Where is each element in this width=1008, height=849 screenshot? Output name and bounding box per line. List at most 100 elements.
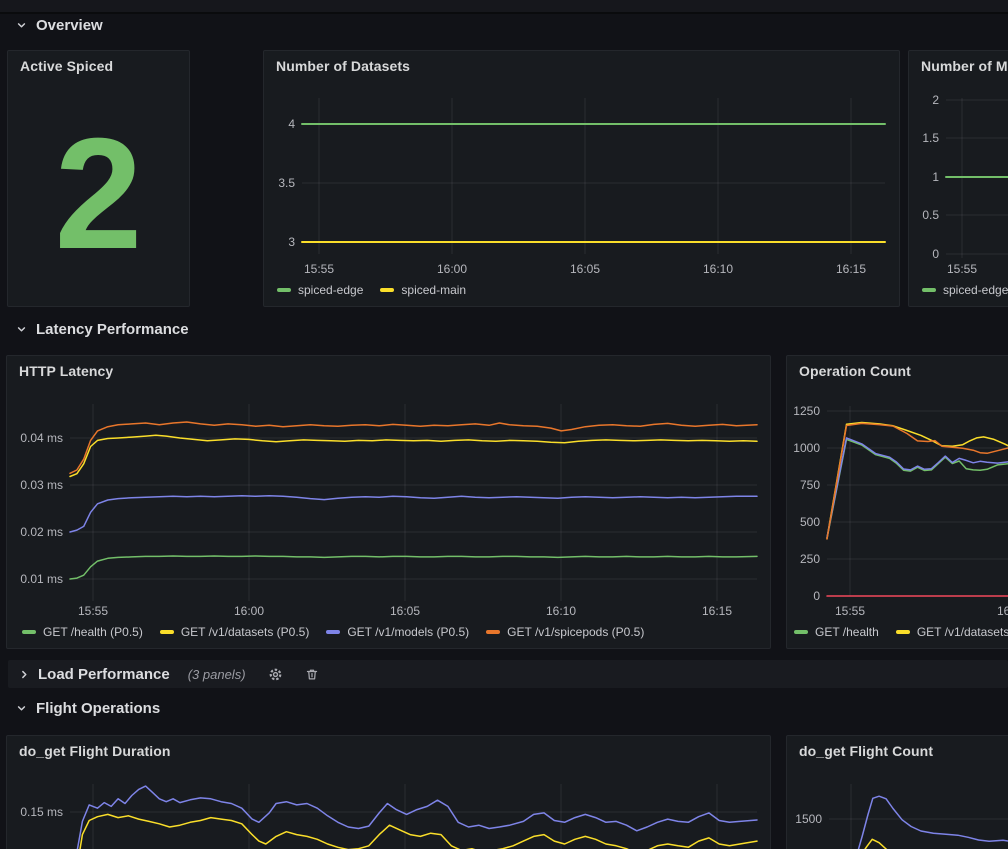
svg-text:1: 1 [932, 170, 939, 184]
section-header-load-performance[interactable]: Load Performance (3 panels) [8, 660, 1008, 688]
legend-label: GET /v1/datasets [917, 625, 1008, 639]
svg-text:0: 0 [932, 247, 939, 261]
svg-text:16:15: 16:15 [836, 262, 866, 276]
gear-icon [268, 667, 283, 682]
legend-label: spiced-main [401, 283, 466, 297]
svg-text:16:00: 16:00 [234, 604, 264, 618]
section-title: Latency Performance [36, 321, 189, 338]
panel-title[interactable]: Operation Count [799, 363, 911, 379]
svg-text:1.5: 1.5 [922, 131, 939, 145]
chart-http-latency[interactable]: 0.04 ms0.03 ms0.02 ms0.01 ms15:5516:0016… [7, 356, 770, 648]
legend-label: GET /health [815, 625, 879, 639]
legend-swatch-icon [486, 630, 500, 634]
chart-legend: spiced-edge spiced-main [277, 283, 466, 297]
section-header-overview[interactable]: Overview [16, 17, 103, 34]
panel-do-get-flight-duration: do_get Flight Duration 0.15 ms [6, 735, 771, 849]
legend-swatch-icon [380, 288, 394, 292]
svg-text:0.04 ms: 0.04 ms [20, 431, 63, 445]
legend-label: GET /v1/spicepods (P0.5) [507, 625, 644, 639]
grafana-dashboard: Overview Active Spiced 2 Number of Datas… [0, 0, 1008, 849]
chevron-down-icon [16, 20, 27, 31]
panel-title[interactable]: do_get Flight Duration [19, 743, 171, 759]
chart-number-of-models[interactable]: 21.510.5015:55spiced-edge [909, 51, 1008, 306]
chart-operation-count[interactable]: 12501000750500250015:5516:00GET /healthG… [787, 356, 1008, 648]
legend-item[interactable]: spiced-main [380, 283, 466, 297]
series-GET /v1/spicepods (P0.5) [70, 422, 757, 473]
chart-legend: GET /health GET /v1/datasets [794, 625, 1008, 639]
legend-label: GET /health (P0.5) [43, 625, 143, 639]
panel-title[interactable]: Number of Datasets [276, 58, 410, 74]
panel-title[interactable]: Number of Models [921, 58, 1008, 74]
svg-text:1500: 1500 [795, 812, 822, 826]
chart-legend: GET /health (P0.5) GET /v1/datasets (P0.5… [22, 625, 644, 639]
section-title: Flight Operations [36, 700, 160, 717]
svg-text:15:55: 15:55 [835, 604, 865, 618]
trash-button[interactable] [305, 667, 319, 682]
svg-text:0.03 ms: 0.03 ms [20, 478, 63, 492]
svg-text:750: 750 [800, 478, 820, 492]
section-header-flight-operations[interactable]: Flight Operations [16, 700, 160, 717]
svg-text:500: 500 [800, 515, 820, 529]
legend-swatch-icon [160, 630, 174, 634]
chart-legend: spiced-edge [922, 283, 1008, 297]
panel-active-spiced: Active Spiced 2 [7, 50, 190, 307]
svg-text:16:05: 16:05 [570, 262, 600, 276]
series-GET /v1/datasets (P0.5) [70, 435, 757, 476]
stat-value: 2 [8, 81, 189, 306]
svg-text:15:55: 15:55 [947, 262, 977, 276]
chart-canvas: 43.5315:5516:0016:0516:1016:15 [264, 51, 899, 306]
svg-text:2: 2 [932, 93, 939, 107]
section-title: Overview [36, 17, 103, 34]
legend-item[interactable]: GET /health [794, 625, 879, 639]
series-do_get-yellow [70, 814, 757, 849]
gear-button[interactable] [268, 667, 283, 682]
chevron-down-icon [16, 324, 27, 335]
toolbar-edge [0, 0, 1008, 14]
trash-icon [305, 667, 319, 682]
panel-number-of-datasets: Number of Datasets 43.5315:5516:0016:051… [263, 50, 900, 307]
legend-item[interactable]: GET /v1/spicepods (P0.5) [486, 625, 644, 639]
series-GET /health [827, 439, 1008, 538]
svg-text:0: 0 [813, 589, 820, 603]
legend-item[interactable]: GET /v1/datasets (P0.5) [160, 625, 310, 639]
svg-text:1000: 1000 [793, 441, 820, 455]
legend-swatch-icon [896, 630, 910, 634]
panel-title[interactable]: do_get Flight Count [799, 743, 933, 759]
legend-item[interactable]: spiced-edge [922, 283, 1008, 297]
panel-do-get-flight-count: do_get Flight Count 1500 [786, 735, 1008, 849]
chart-canvas: 21.510.5015:55 [909, 51, 1008, 306]
legend-label: GET /v1/datasets (P0.5) [181, 625, 310, 639]
chevron-right-icon [19, 669, 30, 680]
legend-swatch-icon [326, 630, 340, 634]
svg-text:0.01 ms: 0.01 ms [20, 572, 63, 586]
svg-text:16:10: 16:10 [546, 604, 576, 618]
legend-label: spiced-edge [943, 283, 1008, 297]
svg-text:16:00: 16:00 [437, 262, 467, 276]
svg-text:15:55: 15:55 [78, 604, 108, 618]
svg-text:4: 4 [288, 117, 295, 131]
series-GET /v1/models (P0.5) [70, 496, 757, 532]
section-title: Load Performance [38, 666, 170, 683]
svg-text:16:00: 16:00 [997, 604, 1008, 618]
svg-text:3.5: 3.5 [278, 176, 295, 190]
panel-count: (3 panels) [188, 667, 246, 682]
panel-title[interactable]: HTTP Latency [19, 363, 113, 379]
svg-text:250: 250 [800, 552, 820, 566]
legend-item[interactable]: GET /health (P0.5) [22, 625, 143, 639]
legend-item[interactable]: spiced-edge [277, 283, 363, 297]
series-do_get-blue [70, 786, 757, 849]
chart-canvas: 0.04 ms0.03 ms0.02 ms0.01 ms15:5516:0016… [7, 356, 770, 648]
legend-swatch-icon [277, 288, 291, 292]
section-header-latency-performance[interactable]: Latency Performance [16, 321, 189, 338]
legend-item[interactable]: GET /v1/models (P0.5) [326, 625, 469, 639]
svg-text:15:55: 15:55 [304, 262, 334, 276]
legend-item[interactable]: GET /v1/datasets [896, 625, 1008, 639]
series-GET /v1/datasets [827, 423, 1008, 539]
legend-label: spiced-edge [298, 283, 363, 297]
chart-number-of-datasets[interactable]: 43.5315:5516:0016:0516:1016:15spiced-edg… [264, 51, 899, 306]
legend-swatch-icon [794, 630, 808, 634]
svg-text:0.15 ms: 0.15 ms [20, 805, 63, 819]
chart-canvas: 12501000750500250015:5516:00 [787, 356, 1008, 648]
panel-title[interactable]: Active Spiced [20, 58, 113, 74]
svg-text:16:15: 16:15 [702, 604, 732, 618]
